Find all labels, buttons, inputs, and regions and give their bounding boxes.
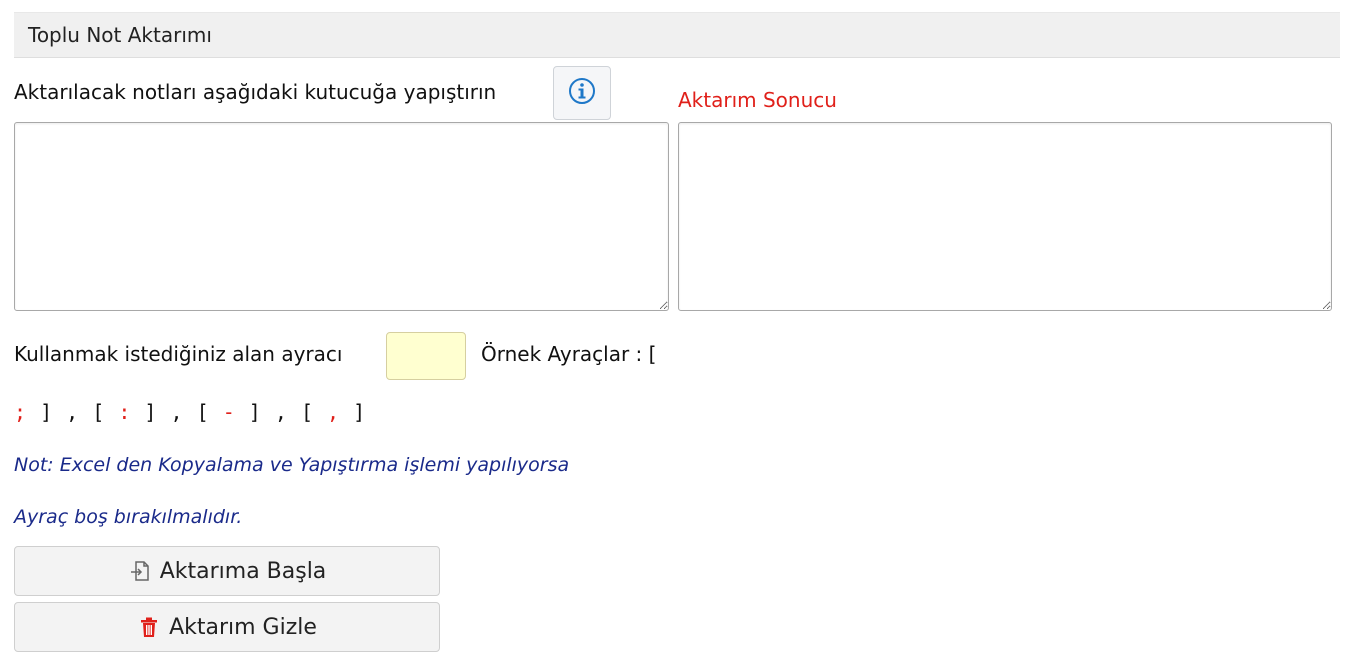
separator-example: ; [14, 400, 28, 424]
trash-icon [137, 615, 161, 639]
start-import-button[interactable]: Aktarıma Başla [14, 546, 440, 596]
import-label: Aktarılacak notları aşağıdaki kutucuğa y… [14, 80, 497, 104]
import-icon [128, 559, 152, 583]
panel-header: Toplu Not Aktarımı [14, 12, 1340, 58]
info-circle-icon [567, 76, 597, 110]
hide-import-label: Aktarım Gizle [169, 614, 317, 640]
info-button[interactable] [553, 66, 611, 120]
examples-label: Örnek Ayraçlar : [ [481, 342, 657, 366]
hide-import-button[interactable]: Aktarım Gizle [14, 602, 440, 652]
result-textarea[interactable] [678, 122, 1332, 311]
separator-example: - [222, 400, 236, 424]
note-line-2: Ayraç boş bırakılmalıdır. [14, 506, 243, 528]
separator-examples: ; ] , [ : ] , [ - ] , [ , ] [14, 400, 367, 424]
start-import-label: Aktarıma Başla [159, 558, 327, 584]
separator-input[interactable] [386, 332, 466, 380]
separator-label: Kullanmak istediğiniz alan ayracı [14, 342, 343, 366]
separator-example: : [118, 400, 132, 424]
result-label: Aktarım Sonucu [678, 88, 837, 112]
panel-title: Toplu Not Aktarımı [28, 23, 212, 47]
note-line-1: Not: Excel den Kopyalama ve Yapıştırma i… [14, 454, 570, 476]
separator-example: , [327, 400, 341, 424]
import-textarea[interactable] [14, 122, 669, 311]
